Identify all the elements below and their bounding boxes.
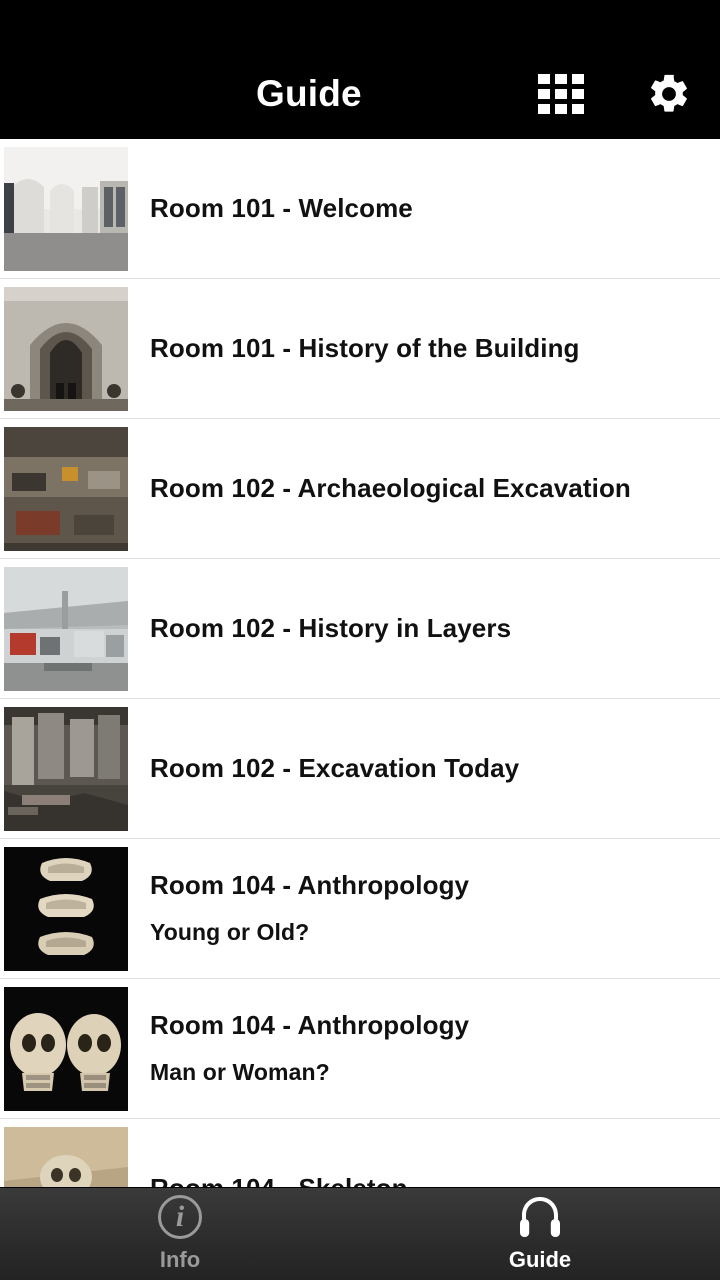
list-item-thumbnail: [4, 706, 128, 831]
nav-item-info[interactable]: i Info: [0, 1188, 360, 1280]
list-item-title: Room 104 - Anthropology: [150, 870, 470, 901]
list-item[interactable]: Room 101 - History of the Building: [0, 279, 720, 419]
info-icon: i: [158, 1195, 202, 1239]
list-item-title: Room 102 - Archaeological Excavation: [150, 472, 631, 503]
list-item-thumbnail: [4, 146, 128, 271]
list-item[interactable]: Room 102 - Archaeological Excavation: [0, 419, 720, 559]
list-item-text: Room 102 - Excavation Today: [150, 752, 520, 784]
list-item[interactable]: Room 102 - Excavation Today: [0, 699, 720, 839]
list-item-title: Room 102 - History in Layers: [150, 612, 512, 643]
guide-list[interactable]: Room 101 - Welcome Room 101 - History of…: [0, 139, 720, 1187]
list-item-title: Room 104 - Anthropology: [150, 1010, 470, 1041]
list-item-subtitle: Man or Woman?: [150, 1058, 330, 1085]
list-item[interactable]: Room 104 - Skeleton ...: [0, 1119, 720, 1187]
gear-icon[interactable]: [646, 71, 692, 117]
list-item-text: Room 101 - Welcome: [150, 192, 413, 224]
app-bar: Guide: [0, 48, 720, 139]
app-bar-actions: [538, 71, 692, 117]
list-item-title: Room 101 - History of the Building: [150, 332, 580, 363]
list-item[interactable]: Room 104 - Anthropology Young or Old?: [0, 839, 720, 979]
status-bar: [0, 0, 720, 48]
list-item-text: Room 101 - History of the Building: [150, 332, 580, 364]
list-item-text: Room 104 - Skeleton ...: [150, 1173, 437, 1187]
list-item-thumbnail: [4, 566, 128, 691]
nav-item-guide-label: Guide: [508, 1247, 572, 1272]
list-item[interactable]: Room 102 - History in Layers: [0, 559, 720, 699]
list-item-text: Room 102 - History in Layers: [150, 612, 512, 644]
nav-item-guide[interactable]: Guide: [360, 1188, 720, 1280]
list-item-text: Room 104 - Anthropology Man or Woman?: [150, 1010, 470, 1086]
list-item-text: Room 104 - Anthropology Young or Old?: [150, 870, 470, 946]
list-item-title: Room 102 - Excavation Today: [150, 752, 520, 783]
list-item-thumbnail: [4, 986, 128, 1111]
list-item-thumbnail: [4, 846, 128, 971]
bottom-navigation: i Info Guide: [0, 1187, 720, 1280]
list-item-thumbnail: [4, 286, 128, 411]
grid-view-icon[interactable]: [538, 73, 584, 114]
list-item-thumbnail: [4, 426, 128, 551]
list-item-thumbnail: [4, 1126, 128, 1187]
list-item-text: Room 102 - Archaeological Excavation: [150, 472, 631, 504]
page-title: Guide: [256, 72, 362, 114]
headphones-icon: [520, 1197, 560, 1237]
nav-item-info-label: Info: [159, 1247, 201, 1272]
list-item-title: Room 101 - Welcome: [150, 192, 413, 223]
list-item[interactable]: Room 101 - Welcome: [0, 139, 720, 279]
list-item-title: Room 104 - Skeleton ...: [150, 1173, 437, 1187]
list-item-subtitle: Young or Old?: [150, 918, 310, 945]
list-item[interactable]: Room 104 - Anthropology Man or Woman?: [0, 979, 720, 1119]
